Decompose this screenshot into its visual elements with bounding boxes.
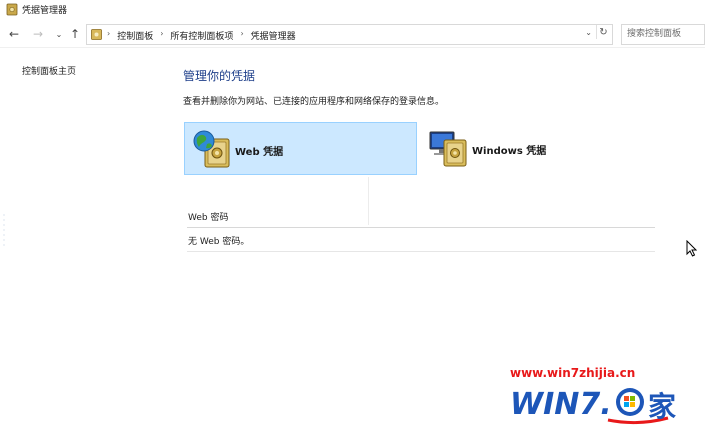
page-title: 管理你的凭据 bbox=[183, 69, 256, 83]
web-passwords-section-title: Web 密码 bbox=[188, 213, 229, 223]
refresh-icon[interactable]: ↻ bbox=[596, 25, 610, 39]
address-bar[interactable]: › 控制面板 › 所有控制面板项 › 凭据管理器 ⌄ bbox=[86, 24, 613, 45]
back-arrow-icon[interactable]: ← bbox=[6, 26, 22, 42]
navigation-bar: ← → ⌄ ↑ › 控制面板 › 所有控制面板项 › 凭据管理器 ⌄ ↻ bbox=[0, 22, 705, 48]
svg-text:WIN7.: WIN7. bbox=[510, 387, 612, 422]
windows-credentials-label: Windows 凭据 bbox=[472, 146, 547, 157]
search-box[interactable] bbox=[621, 24, 705, 45]
breadcrumb-all-control-panel-items[interactable]: 所有控制面板项 bbox=[170, 29, 233, 42]
breadcrumb-control-panel[interactable]: 控制面板 bbox=[117, 29, 153, 42]
address-dropdown-chevron-icon[interactable]: ⌄ bbox=[585, 28, 592, 37]
win7zhijia-logo: WIN7. 家 bbox=[510, 387, 676, 425]
web-credentials-label: Web 凭据 bbox=[235, 147, 284, 158]
divider bbox=[187, 227, 655, 228]
breadcrumb-separator[interactable]: › bbox=[240, 29, 243, 42]
mouse-pointer-icon bbox=[686, 240, 697, 257]
sidebar-item-control-panel-home[interactable]: 控制面板主页 bbox=[22, 64, 76, 77]
control-panel-icon bbox=[91, 29, 102, 40]
credential-manager-icon bbox=[6, 3, 18, 16]
windows-credentials-tile[interactable]: Windows 凭据 bbox=[422, 122, 705, 175]
search-input[interactable] bbox=[622, 25, 702, 43]
forward-arrow-icon[interactable]: → bbox=[30, 26, 46, 42]
globe-vault-icon bbox=[193, 130, 230, 168]
web-credentials-tile[interactable]: Web 凭据 bbox=[184, 122, 417, 175]
breadcrumb-credential-manager[interactable]: 凭据管理器 bbox=[251, 29, 296, 42]
window-title: 凭据管理器 bbox=[22, 6, 68, 16]
title-bar: 凭据管理器 bbox=[0, 0, 705, 20]
up-arrow-icon[interactable]: ↑ bbox=[67, 26, 83, 42]
divider bbox=[187, 251, 655, 252]
breadcrumb-separator[interactable]: › bbox=[160, 29, 163, 42]
empty-list-message: 无 Web 密码。 bbox=[188, 237, 250, 247]
breadcrumb-separator[interactable]: › bbox=[107, 29, 110, 42]
window-edge-decoration bbox=[3, 214, 5, 246]
monitor-vault-icon bbox=[429, 131, 467, 167]
watermark-url: www.win7zhijia.cn bbox=[510, 366, 636, 380]
recent-locations-chevron-icon[interactable]: ⌄ bbox=[51, 26, 67, 42]
svg-text:家: 家 bbox=[648, 390, 676, 423]
divider bbox=[368, 177, 369, 225]
page-description: 查看并删除你为网站、已连接的应用程序和网络保存的登录信息。 bbox=[183, 97, 445, 107]
breadcrumb: › 控制面板 › 所有控制面板项 › 凭据管理器 bbox=[107, 29, 296, 42]
